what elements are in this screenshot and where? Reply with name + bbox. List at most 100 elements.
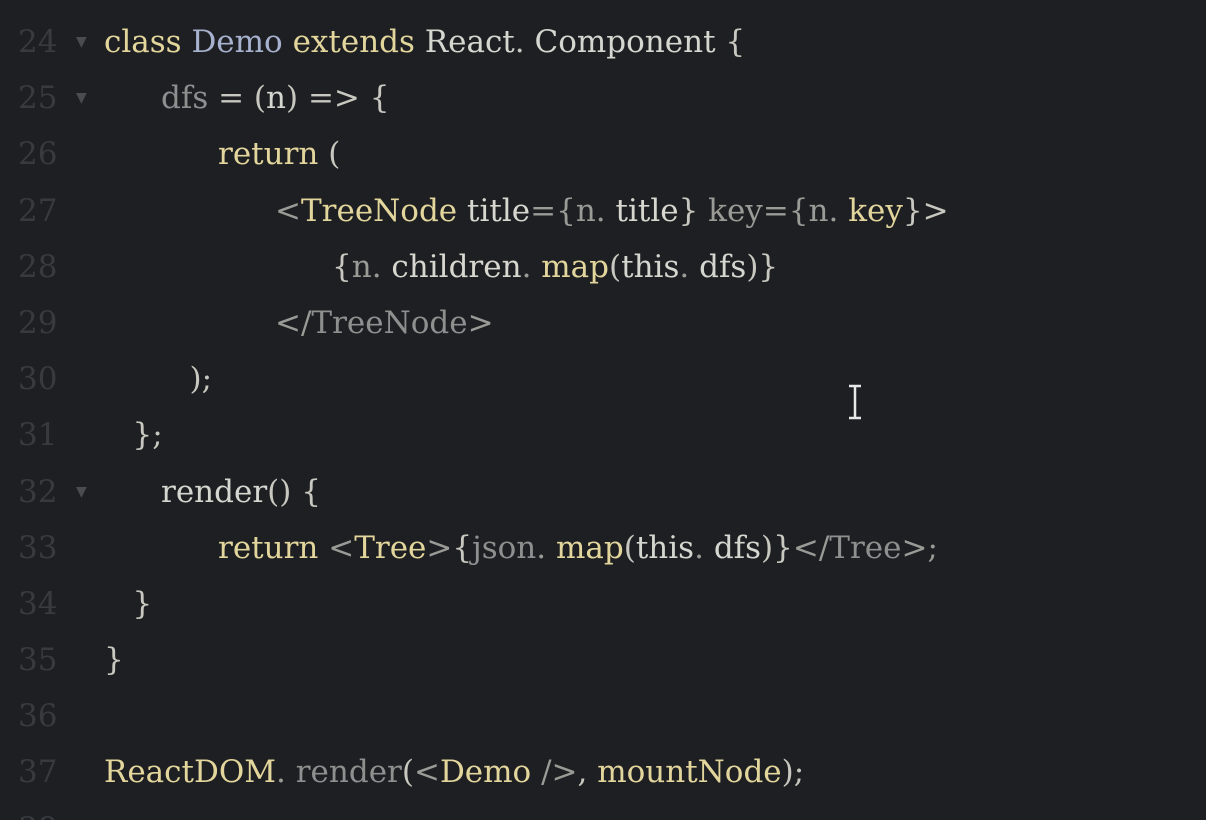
- code-token: children: [391, 248, 522, 285]
- code-token: .: [514, 24, 535, 60]
- code-token: (: [253, 80, 267, 117]
- code-token: <: [275, 192, 301, 229]
- code-token: (: [401, 754, 414, 791]
- code-line[interactable]: return <Tree>{json. map(this. dfs)}</Tre…: [104, 520, 1206, 576]
- line-number: 36: [18, 698, 58, 735]
- line-number: 33: [18, 529, 58, 566]
- gutter-line: 37: [0, 744, 100, 800]
- gutter-line: 29: [0, 295, 100, 351]
- gutter-line: 35: [0, 632, 100, 688]
- code-token: );: [781, 754, 805, 791]
- line-number: 30: [18, 361, 58, 398]
- code-token: }: [104, 642, 124, 679]
- code-token: }: [132, 585, 153, 622]
- line-number: 37: [18, 754, 58, 791]
- code-token: .: [276, 754, 296, 791]
- code-token: dfs: [161, 80, 209, 117]
- code-token: mountNode: [597, 754, 782, 791]
- line-number: 34: [18, 585, 58, 622]
- code-token: return: [218, 136, 329, 173]
- code-editor[interactable]: 24 ▼ 25 ▼ 26 27 28 29 30 31 32 ▼ 33 34 35 36 37 38 class …: [0, 0, 1206, 820]
- code-token: Tree: [354, 529, 427, 566]
- code-line[interactable]: }: [104, 632, 1206, 688]
- code-line[interactable]: <TreeNode title={n. title} key={n. key}>: [104, 183, 1206, 239]
- code-token: map: [541, 248, 610, 285]
- code-line[interactable]: </TreeNode>: [104, 295, 1206, 351]
- code-token: dfs: [699, 248, 747, 285]
- line-number: 27: [18, 192, 58, 229]
- code-token: ): [286, 80, 308, 117]
- gutter-line: 27: [0, 183, 100, 239]
- code-token: />: [541, 754, 578, 791]
- code-token: title: [615, 192, 679, 229]
- line-number-gutter: 24 ▼ 25 ▼ 26 27 28 29 30 31 32 ▼ 33 34 35 36 37 38: [0, 14, 100, 820]
- code-token: Demo: [191, 24, 293, 60]
- fold-arrow-icon[interactable]: ▼: [76, 70, 87, 126]
- gutter-line: 30: [0, 351, 100, 407]
- code-area[interactable]: class Demo extends React. Component {dfs…: [104, 14, 1206, 820]
- code-token: n: [575, 192, 596, 229]
- gutter-line: 36: [0, 688, 100, 744]
- code-token: (: [328, 136, 341, 173]
- line-number: 25: [18, 80, 58, 117]
- code-line[interactable]: return (: [104, 126, 1206, 182]
- fold-arrow-icon[interactable]: ▼: [76, 14, 87, 70]
- code-token: =: [208, 80, 254, 117]
- code-token: );: [189, 361, 213, 398]
- code-token: <: [413, 754, 440, 791]
- code-token: n: [266, 80, 286, 117]
- code-token: dfs: [713, 529, 762, 566]
- gutter-line: 31: [0, 407, 100, 463]
- code-token: map: [556, 529, 624, 566]
- code-token: {: [715, 24, 746, 60]
- code-token: =>: [307, 80, 370, 117]
- line-number: 26: [18, 136, 58, 173]
- code-token: key: [708, 192, 763, 229]
- code-token: TreeNode: [300, 192, 468, 229]
- code-token: React: [424, 24, 515, 60]
- gutter-line: 33: [0, 520, 100, 576]
- code-line[interactable]: );: [104, 351, 1206, 407]
- code-line[interactable]: class Demo extends React. Component {: [104, 14, 1206, 70]
- gutter-line: 38: [0, 801, 100, 820]
- code-token: {: [332, 248, 352, 285]
- code-token: }>: [902, 192, 949, 229]
- code-token: this: [621, 248, 680, 285]
- code-line[interactable]: render() {: [104, 464, 1206, 520]
- code-token: (: [623, 529, 636, 566]
- code-token: TreeNode: [311, 304, 468, 341]
- gutter-line: 24 ▼: [0, 14, 100, 70]
- code-token: .: [371, 248, 392, 285]
- code-token: )}: [761, 529, 793, 566]
- code-token: >;: [901, 529, 938, 566]
- code-token: render: [295, 754, 402, 791]
- code-line[interactable]: };: [104, 407, 1206, 463]
- code-token: Tree: [829, 529, 902, 566]
- fold-arrow-icon[interactable]: ▼: [76, 464, 87, 520]
- code-token: class: [104, 24, 192, 60]
- line-number: 32: [18, 473, 58, 510]
- line-number: 38: [18, 801, 57, 820]
- code-line[interactable]: [104, 801, 1206, 820]
- code-line[interactable]: {n. children. map(this. dfs)}: [104, 239, 1206, 295]
- code-token: ={: [530, 192, 576, 229]
- gutter-line: 34: [0, 576, 100, 632]
- code-line[interactable]: dfs = (n) => {: [104, 70, 1206, 126]
- code-token: </: [275, 304, 312, 341]
- code-token: ReactDOM: [104, 754, 276, 791]
- code-line[interactable]: }: [104, 576, 1206, 632]
- code-token: ,: [577, 754, 598, 791]
- code-token: n: [351, 248, 372, 285]
- code-token: this: [635, 529, 695, 566]
- code-line[interactable]: ReactDOM. render(<Demo />, mountNode);: [104, 744, 1206, 800]
- line-number: 28: [18, 248, 58, 285]
- gutter-line: 26: [0, 126, 100, 182]
- code-token: >: [467, 304, 494, 341]
- line-number: 31: [18, 417, 58, 454]
- code-token: title: [467, 192, 531, 229]
- code-token: ={: [762, 192, 809, 229]
- gutter-line: 28: [0, 239, 100, 295]
- code-line[interactable]: [104, 688, 1206, 744]
- line-number: 24: [18, 24, 58, 60]
- code-token: .: [694, 529, 714, 566]
